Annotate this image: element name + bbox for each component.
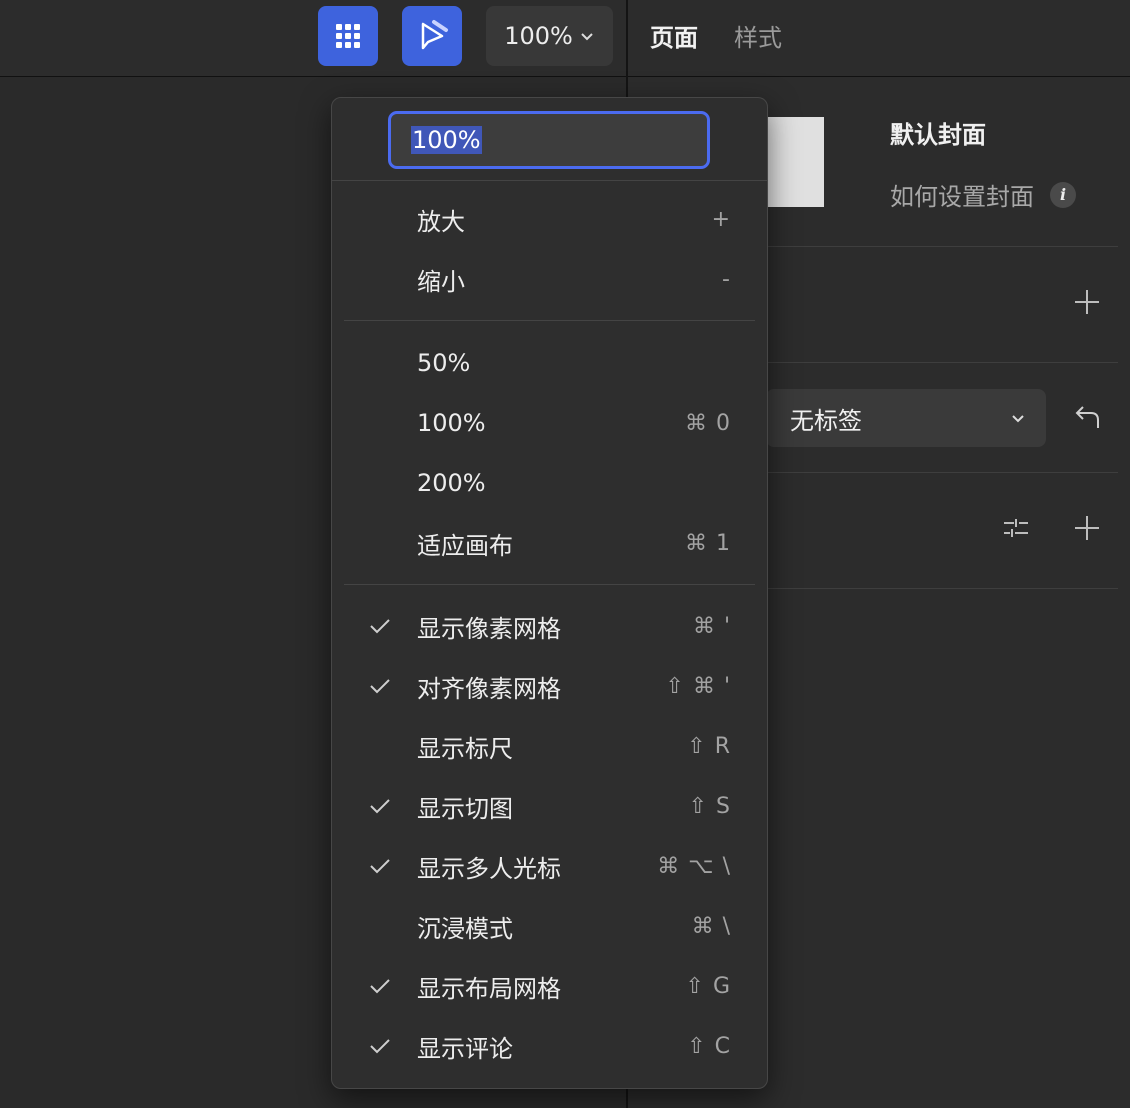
grid-icon [336, 24, 360, 48]
cover-thumbnail[interactable] [768, 117, 824, 207]
menu-divider [344, 584, 755, 585]
pen-cursor-icon [421, 20, 448, 50]
menu-item-show-multiplayer-cursors[interactable]: 显示多人光标 ⌘ ⌥ \ [332, 836, 767, 896]
check-icon [370, 979, 390, 994]
menu-item-shortcut: ⇧ ⌘ ' [665, 673, 731, 699]
menu-item-show-rulers[interactable]: 显示标尺 ⇧ R [332, 716, 767, 776]
menu-item-label: 100% [417, 409, 486, 437]
menu-item-zoom-out[interactable]: 缩小 - [332, 249, 767, 309]
menu-item-zoom-50[interactable]: 50% [332, 333, 767, 393]
menu-item-show-pixel-grid[interactable]: 显示像素网格 ⌘ ' [332, 596, 767, 656]
menu-item-label: 缩小 [417, 267, 465, 296]
menu-item-label: 显示像素网格 [417, 614, 561, 643]
menu-item-shortcut: ⌘ ' [692, 613, 731, 639]
check-icon [370, 859, 390, 874]
tab-style[interactable]: 样式 [734, 18, 782, 53]
add-icon[interactable] [1074, 289, 1100, 315]
menu-item-shortcut: ⇧ G [685, 973, 731, 999]
menu-item-show-layout-grid[interactable]: 显示布局网格 ⇧ G [332, 956, 767, 1016]
menu-item-show-comments[interactable]: 显示评论 ⇧ C [332, 1016, 767, 1076]
grid-tool-button[interactable] [318, 6, 378, 66]
top-toolbar: 100% 页面 样式 [0, 0, 1130, 77]
tab-page[interactable]: 页面 [650, 18, 698, 53]
menu-item-zoom-100[interactable]: 100% ⌘ 0 [332, 393, 767, 453]
cover-help-link[interactable]: 如何设置封面 i [890, 177, 1076, 212]
adjust-icon[interactable] [1002, 514, 1030, 542]
check-icon [370, 679, 390, 694]
zoom-value: 100% [504, 22, 573, 50]
menu-item-zoom-in[interactable]: 放大 + [332, 189, 767, 249]
check-icon [370, 1039, 390, 1054]
pen-tool-button[interactable] [402, 6, 462, 66]
menu-item-label: 显示评论 [417, 1034, 513, 1063]
check-icon [370, 799, 390, 814]
menu-item-label: 适应画布 [417, 531, 513, 560]
menu-divider [344, 320, 755, 321]
menu-item-label: 显示布局网格 [417, 974, 561, 1003]
zoom-input[interactable]: 100% [388, 111, 710, 169]
undo-icon[interactable] [1074, 403, 1102, 431]
menu-item-label: 放大 [417, 207, 465, 236]
tag-select-value: 无标签 [790, 406, 862, 435]
zoom-dropdown-button[interactable]: 100% [486, 6, 613, 66]
panel-tabs: 页面 样式 [650, 18, 782, 53]
chevron-down-icon [581, 33, 593, 41]
menu-item-label: 对齐像素网格 [417, 674, 561, 703]
menu-item-shortcut: - [722, 266, 731, 292]
add-icon[interactable] [1074, 515, 1100, 541]
menu-divider [332, 180, 767, 181]
cover-help-label: 如何设置封面 [890, 183, 1034, 211]
check-icon [370, 619, 390, 634]
menu-item-show-slices[interactable]: 显示切图 ⇧ S [332, 776, 767, 836]
menu-item-shortcut: ⌘ \ [691, 913, 731, 939]
menu-item-fit-canvas[interactable]: 适应画布 ⌘ 1 [332, 513, 767, 573]
menu-item-label: 50% [417, 349, 471, 377]
tag-select[interactable]: 无标签 [766, 389, 1046, 447]
zoom-input-value: 100% [411, 126, 482, 154]
menu-item-snap-pixel-grid[interactable]: 对齐像素网格 ⇧ ⌘ ' [332, 656, 767, 716]
menu-item-label: 显示切图 [417, 794, 513, 823]
menu-item-shortcut: ⌘ 0 [685, 410, 731, 436]
menu-item-shortcut: ⇧ R [687, 733, 731, 759]
menu-item-shortcut: ⇧ C [687, 1033, 731, 1059]
menu-item-label: 显示多人光标 [417, 854, 561, 883]
menu-item-zoom-200[interactable]: 200% [332, 453, 767, 513]
menu-item-label: 显示标尺 [417, 734, 513, 763]
menu-item-shortcut: ⌘ ⌥ \ [657, 853, 731, 879]
zoom-menu: 100% 放大 + 缩小 - 50% 100% ⌘ 0 200% 适应画布 ⌘ 1 显示像素网格 ⌘ … [331, 97, 768, 1089]
menu-item-immersive-mode[interactable]: 沉浸模式 ⌘ \ [332, 896, 767, 956]
chevron-down-icon [1012, 415, 1024, 423]
menu-item-shortcut: + [711, 206, 731, 232]
menu-item-label: 200% [417, 469, 486, 497]
menu-item-shortcut: ⌘ 1 [685, 530, 731, 556]
menu-item-shortcut: ⇧ S [688, 793, 731, 819]
menu-item-label: 沉浸模式 [417, 914, 513, 943]
info-icon[interactable]: i [1050, 181, 1076, 208]
cover-title: 默认封面 [890, 121, 986, 149]
